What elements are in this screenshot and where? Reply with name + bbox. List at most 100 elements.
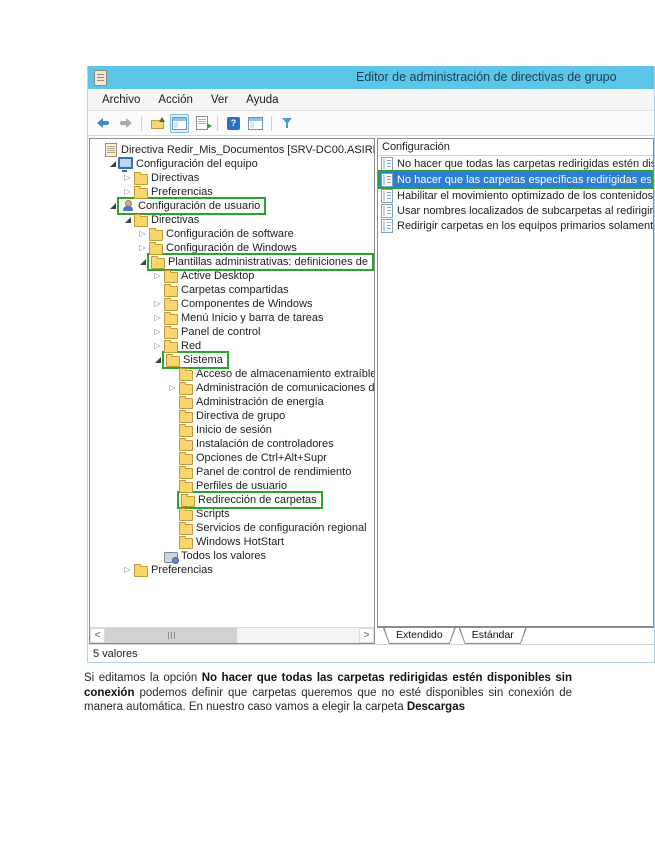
expander-closed-icon[interactable] bbox=[137, 230, 148, 238]
folder-icon bbox=[178, 480, 193, 493]
folder-icon bbox=[178, 536, 193, 549]
tab-estandar[interactable]: Estándar bbox=[459, 628, 527, 644]
folder-icon bbox=[178, 438, 193, 451]
menu-ver[interactable]: Ver bbox=[202, 94, 237, 106]
menu-accion[interactable]: Acción bbox=[149, 94, 202, 106]
setting-icon bbox=[381, 219, 393, 233]
setting-icon bbox=[381, 173, 393, 187]
tree-item[interactable]: Directivas bbox=[90, 213, 374, 227]
tree-item[interactable]: Preferencias bbox=[90, 563, 374, 577]
toolbar-separator bbox=[141, 116, 142, 131]
expander-closed-icon[interactable] bbox=[122, 188, 133, 196]
settings-list-item[interactable]: Redirigir carpetas en los equipos primar… bbox=[378, 218, 653, 233]
filter-icon[interactable] bbox=[278, 114, 297, 133]
folder-icon bbox=[148, 228, 163, 241]
folder-icon bbox=[133, 564, 148, 577]
menu-archivo[interactable]: Archivo bbox=[93, 94, 149, 106]
tree-item-label: Configuración de usuario bbox=[138, 200, 260, 212]
tree-item[interactable]: Directivas bbox=[90, 171, 374, 185]
column-header-configuracion[interactable]: Configuración bbox=[378, 139, 653, 156]
expander-closed-icon[interactable] bbox=[152, 300, 163, 308]
setting-icon bbox=[381, 204, 393, 218]
tree-item-content: Directivas bbox=[133, 171, 199, 185]
tree-item-content: Scripts bbox=[178, 507, 230, 521]
expander-closed-icon[interactable] bbox=[152, 314, 163, 322]
tree-item[interactable]: Redirección de carpetas bbox=[90, 493, 374, 507]
expander-closed-icon[interactable] bbox=[122, 566, 133, 574]
expander-closed-icon[interactable] bbox=[122, 174, 133, 182]
tree-item[interactable]: Configuración de software bbox=[90, 227, 374, 241]
tree-item[interactable]: Configuración de usuario bbox=[90, 199, 374, 213]
scrollbar-thumb[interactable] bbox=[105, 628, 237, 643]
up-one-level-folder-icon[interactable] bbox=[148, 114, 167, 133]
export-list-icon[interactable] bbox=[192, 114, 211, 133]
tree-item[interactable]: Componentes de Windows bbox=[90, 297, 374, 311]
titlebar[interactable]: Editor de administración de directivas d… bbox=[88, 66, 654, 89]
settings-item-label: Habilitar el movimiento optimizado de lo… bbox=[397, 190, 653, 202]
folder-icon bbox=[180, 494, 195, 507]
tree-item[interactable]: Administración de comunicaciones de Inte… bbox=[90, 381, 374, 395]
tree-item[interactable]: Administración de energía bbox=[90, 395, 374, 409]
tree-item[interactable]: Panel de control de rendimiento bbox=[90, 465, 374, 479]
folder-icon bbox=[133, 172, 148, 185]
menu-ayuda[interactable]: Ayuda bbox=[237, 94, 287, 106]
expander-closed-icon[interactable] bbox=[167, 384, 178, 392]
tree-item-content: Todos los valores bbox=[163, 549, 266, 563]
expander-closed-icon[interactable] bbox=[152, 272, 163, 280]
tree-item-label: Redirección de carpetas bbox=[198, 494, 317, 506]
show-console-tree-icon[interactable] bbox=[170, 114, 189, 133]
tree-item[interactable]: Acceso de almacenamiento extraíble bbox=[90, 367, 374, 381]
setting-icon bbox=[381, 189, 393, 203]
tree-item[interactable]: Directiva de grupo bbox=[90, 409, 374, 423]
tree-item[interactable]: Configuración del equipo bbox=[90, 157, 374, 171]
tree-item-content: Directiva de grupo bbox=[178, 409, 285, 423]
back-icon[interactable] bbox=[94, 114, 113, 133]
tree-item[interactable]: Servicios de configuración regional bbox=[90, 521, 374, 535]
tree-item[interactable]: Carpetas compartidas bbox=[90, 283, 374, 297]
tree-item[interactable]: Inicio de sesión bbox=[90, 423, 374, 437]
menubar: ArchivoAcciónVerAyuda bbox=[88, 89, 654, 111]
tree-item[interactable]: Instalación de controladores bbox=[90, 437, 374, 451]
expander-open-icon[interactable] bbox=[107, 161, 118, 167]
settings-list-item[interactable]: No hacer que todas las carpetas redirigi… bbox=[378, 156, 653, 171]
settings-list-item[interactable]: Usar nombres localizados de subcarpetas … bbox=[378, 203, 653, 218]
expander-open-icon[interactable] bbox=[122, 217, 133, 223]
tree-item[interactable]: Todos los valores bbox=[90, 549, 374, 563]
tree-item-label: Todos los valores bbox=[181, 550, 266, 562]
expander-closed-icon[interactable] bbox=[137, 244, 148, 252]
settings-item-label: Redirigir carpetas en los equipos primar… bbox=[397, 220, 653, 232]
tree-item[interactable]: Plantillas administrativas: definiciones… bbox=[90, 255, 374, 269]
tree-item[interactable]: Windows HotStart bbox=[90, 535, 374, 549]
settings-list-item[interactable]: No hacer que las carpetas específicas re… bbox=[378, 170, 653, 189]
help-icon[interactable] bbox=[224, 114, 243, 133]
folder-icon bbox=[163, 326, 178, 339]
expander-closed-icon[interactable] bbox=[152, 328, 163, 336]
tree-item-label: Acceso de almacenamiento extraíble bbox=[196, 368, 374, 380]
horizontal-scrollbar[interactable]: < > bbox=[90, 627, 374, 643]
tab-extendido[interactable]: Extendido bbox=[383, 628, 456, 644]
tree-item[interactable]: Opciones de Ctrl+Alt+Supr bbox=[90, 451, 374, 465]
tree-item-label: Configuración del equipo bbox=[136, 158, 258, 170]
toolbar-separator bbox=[271, 116, 272, 131]
show-properties-window-icon[interactable] bbox=[246, 114, 265, 133]
caption-text: podemos definir que carpetas queremos qu… bbox=[84, 687, 572, 714]
settings-list-item[interactable]: Habilitar el movimiento optimizado de lo… bbox=[378, 188, 653, 203]
tree-item-content: Panel de control bbox=[163, 325, 261, 339]
tree-item[interactable]: Red bbox=[90, 339, 374, 353]
tree-item[interactable]: Panel de control bbox=[90, 325, 374, 339]
tree-item[interactable]: Directiva Redir_Mis_Documentos [SRV-DC00… bbox=[90, 143, 374, 157]
tree-item-content: Windows HotStart bbox=[178, 535, 284, 549]
scrollbar-track[interactable] bbox=[105, 628, 359, 643]
tree-item[interactable]: Scripts bbox=[90, 507, 374, 521]
folder-icon bbox=[178, 382, 193, 395]
folder-icon bbox=[150, 256, 165, 269]
tree-item[interactable]: Active Desktop bbox=[90, 269, 374, 283]
tree-item[interactable]: Sistema bbox=[90, 353, 374, 367]
scroll-right-button[interactable]: > bbox=[359, 628, 374, 643]
tree-item[interactable]: Menú Inicio y barra de tareas bbox=[90, 311, 374, 325]
folder-icon bbox=[163, 312, 178, 325]
gpme-window: Editor de administración de directivas d… bbox=[87, 66, 655, 663]
scroll-left-button[interactable]: < bbox=[90, 628, 105, 643]
forward-icon[interactable] bbox=[116, 114, 135, 133]
expander-closed-icon[interactable] bbox=[152, 342, 163, 350]
